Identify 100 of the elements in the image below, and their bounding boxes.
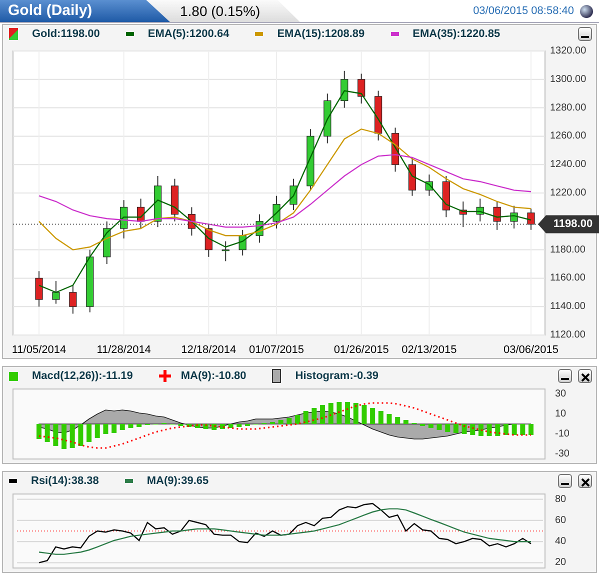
candle <box>52 280 60 304</box>
minimize-icon <box>581 36 589 38</box>
macd-bar <box>478 424 484 436</box>
candle <box>510 205 518 229</box>
macd-bar <box>470 424 476 435</box>
candle <box>340 70 348 108</box>
legend-label: Gold:1198.00 <box>32 28 100 40</box>
candle <box>69 284 77 314</box>
ref-line-label: 1198.00 <box>553 218 593 230</box>
candle <box>306 128 314 191</box>
candle <box>476 198 484 222</box>
candle <box>408 157 416 196</box>
macd-bar <box>228 424 234 428</box>
legend-label: Histogram:-0.39 <box>295 370 378 382</box>
macd-bar <box>528 424 534 435</box>
candle <box>204 224 212 258</box>
axis-label: 1160.00 <box>550 272 586 284</box>
axis-label: 30 <box>555 388 566 400</box>
macd-bar <box>445 424 450 432</box>
macd-bar <box>370 408 376 424</box>
macd-bar <box>428 424 434 428</box>
macd-bar <box>403 420 408 424</box>
close-icon <box>580 478 590 487</box>
candle <box>256 214 264 244</box>
axis-label: 20 <box>555 557 566 568</box>
globe-icon[interactable] <box>580 4 593 18</box>
minimize-button[interactable] <box>578 27 592 41</box>
minimize-icon <box>561 378 569 380</box>
minimize-button[interactable] <box>558 369 572 383</box>
macd-bar <box>194 424 200 428</box>
close-button[interactable] <box>578 474 592 488</box>
macd-bar <box>495 424 500 436</box>
macd-bar <box>336 402 342 424</box>
candle <box>35 270 43 308</box>
candle <box>391 127 400 172</box>
macd-bar <box>386 414 392 424</box>
legend-label: Macd(12,26)):-11.19 <box>32 370 133 382</box>
candle <box>272 195 280 229</box>
macd-bar <box>36 424 42 439</box>
candle <box>137 198 145 229</box>
minimize-button[interactable] <box>558 474 572 488</box>
macd-bar <box>395 417 400 424</box>
macd-bar <box>462 424 467 434</box>
macd-bar <box>236 424 242 427</box>
legend-label: EMA(15):1208.89 <box>277 28 365 40</box>
candle <box>188 206 196 236</box>
macd-bar <box>112 424 117 433</box>
date-label: 01/07/2015 <box>248 344 304 356</box>
candle <box>103 220 111 264</box>
macd-bar <box>362 405 367 424</box>
macd-bar <box>453 424 458 433</box>
axis-label: 60 <box>555 514 566 526</box>
date-label: 12/18/2014 <box>181 344 236 356</box>
axis-label: 80 <box>555 494 566 505</box>
candle <box>358 73 366 104</box>
axis-label: 1220.00 <box>550 188 586 198</box>
macd-bar <box>103 424 108 434</box>
legend-label: EMA(35):1220.85 <box>412 28 500 40</box>
macd-bar <box>312 408 317 424</box>
legend-label: EMA(5):1200.64 <box>148 28 230 40</box>
macd-bar <box>120 424 125 430</box>
macd-bar <box>203 424 208 429</box>
macd-bar <box>345 402 350 424</box>
macd-bar <box>295 415 300 424</box>
candle <box>527 208 535 230</box>
axis-label: 1120.00 <box>550 330 586 340</box>
axis-label: -10 <box>555 428 570 440</box>
axis-label: 10 <box>555 408 566 420</box>
macd-bar <box>94 424 100 438</box>
date-label: 03/06/2015 <box>503 344 559 356</box>
macd-bar <box>278 420 284 424</box>
macd-bar <box>486 424 492 436</box>
macd-bar <box>44 424 50 442</box>
candle <box>238 229 246 256</box>
macd-bar <box>378 411 384 424</box>
close-button[interactable] <box>578 369 592 383</box>
close-icon <box>580 373 590 382</box>
candle <box>324 93 332 144</box>
macd-bar <box>512 424 517 435</box>
axis-label: -30 <box>555 448 570 460</box>
candle <box>120 200 128 239</box>
axis-label: 1180.00 <box>550 244 586 256</box>
axis-label: 1300.00 <box>550 74 586 85</box>
date-label: 11/05/2014 <box>12 344 66 356</box>
axis-label: 1140.00 <box>550 301 586 312</box>
macd-bar <box>503 424 508 435</box>
candle <box>222 240 230 262</box>
legend-label: MA(9):-10.80 <box>180 370 246 382</box>
axis-label: 1320.00 <box>550 46 586 56</box>
candle <box>154 175 162 228</box>
axis-label: 1280.00 <box>550 102 586 114</box>
date-label: 11/28/2014 <box>96 344 151 356</box>
macd-bar <box>86 424 92 442</box>
candle <box>442 175 450 218</box>
price-tag: 1198.00 <box>538 215 599 234</box>
candle <box>86 249 94 313</box>
candle <box>290 178 298 211</box>
macd-bar <box>303 411 308 424</box>
macd-bar <box>62 424 67 449</box>
axis-label: 1240.00 <box>550 159 586 170</box>
